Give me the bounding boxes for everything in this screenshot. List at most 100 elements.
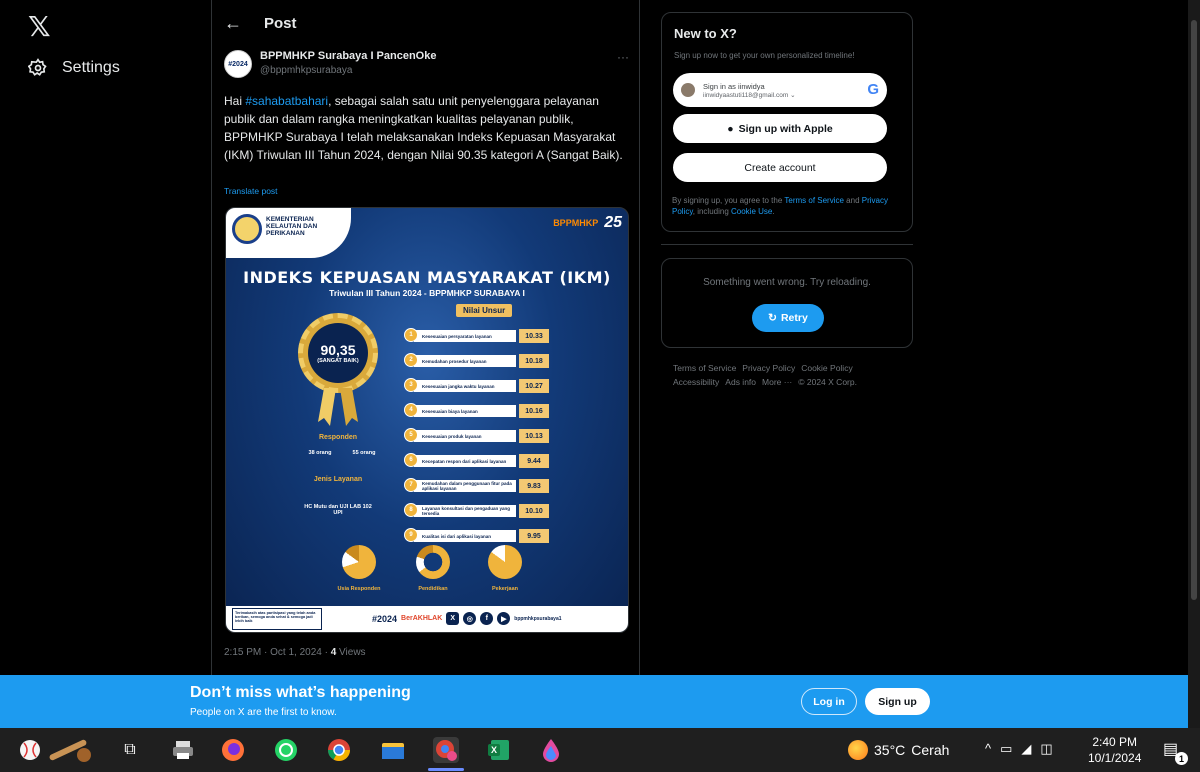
divider xyxy=(661,244,913,245)
footer-link[interactable]: Terms of Service xyxy=(673,363,736,373)
unsur-list: Kesesuaian persyaratan layanan 1 10.33 Kem… xyxy=(404,326,564,551)
printer-icon[interactable] xyxy=(170,737,196,763)
footer-link[interactable]: Cookie Policy xyxy=(801,363,853,373)
ig-bottom-berakhlak: BerAKHLAK xyxy=(401,615,443,622)
excel-icon[interactable]: X xyxy=(486,737,512,763)
banner-subtitle: People on X are the first to know. xyxy=(190,707,337,718)
back-arrow-icon[interactable]: ← xyxy=(224,13,242,34)
unsur-number: 3 xyxy=(404,378,418,392)
nav-settings-label: Settings xyxy=(62,59,120,76)
facebook-icon: f xyxy=(480,612,494,625)
cookie-use-link[interactable]: Cookie Use xyxy=(731,207,772,216)
signup-terms: By signing up, you agree to the Terms of… xyxy=(672,195,904,217)
file-explorer-icon[interactable] xyxy=(380,737,406,763)
unsur-label: Kesesuaian jangka waktu layanan xyxy=(414,380,516,392)
weather-sun-icon xyxy=(848,740,868,760)
ig-jenis-layanan-label: Jenis Layanan xyxy=(313,476,363,483)
signup-banner: Don’t miss what’s happening People on X … xyxy=(0,675,1188,728)
signup-subtitle: Sign up now to get your own personalized… xyxy=(674,51,855,60)
footer-link[interactable]: Privacy Policy xyxy=(742,363,795,373)
more-options-icon[interactable]: ··· xyxy=(617,50,629,64)
unsur-number: 2 xyxy=(404,353,418,367)
taskbar: ⧉ X 35°C Cerah ^ ▭ ◢ ◫ 2:40 PM 10/1/2024… xyxy=(0,728,1200,772)
volume-icon[interactable]: ◫ xyxy=(1040,741,1052,757)
post-text: Hai #sahabatbahari, sebagai salah satu u… xyxy=(224,92,624,164)
signup-card: New to X? Sign up now to get your own pe… xyxy=(661,12,913,232)
translate-post-link[interactable]: Translate post xyxy=(224,186,278,196)
system-clock[interactable]: 2:40 PM 10/1/2024 xyxy=(1088,734,1141,766)
error-card: Something went wrong. Try reloading. ↻ R… xyxy=(661,258,913,348)
weather-widget[interactable]: 35°C Cerah xyxy=(848,740,949,760)
footer-link[interactable]: More ··· xyxy=(762,377,792,387)
scrollbar-thumb[interactable] xyxy=(1191,20,1197,600)
list-item: Kesesuaian produk layanan 5 10.13 xyxy=(404,426,564,448)
chrome-icon[interactable] xyxy=(326,737,352,763)
signup-button[interactable]: Sign up xyxy=(865,688,930,715)
unsur-label: Layanan konsultasi dan pengaduan yang te… xyxy=(414,505,516,517)
unsur-number: 8 xyxy=(404,503,418,517)
unsur-value: 10.16 xyxy=(519,404,549,418)
ig-subtitle: Triwulan III Tahun 2024 - BPPMHKP SURABA… xyxy=(329,288,525,298)
firefox-icon[interactable] xyxy=(220,737,246,763)
footer-copyright: © 2024 X Corp. xyxy=(798,377,857,387)
ribbon-icon xyxy=(318,388,358,426)
list-item: Layanan konsultasi dan pengaduan yang te… xyxy=(404,501,564,523)
post-image[interactable]: KEMENTERIAN KELAUTAN DAN PERIKANAN BPPMH… xyxy=(225,207,629,633)
x-logo-icon[interactable]: 𝕏 xyxy=(28,10,51,43)
post-text-prefix: Hai xyxy=(224,94,246,108)
author-handle[interactable]: @bppmhkpsurabaya xyxy=(260,65,436,76)
refresh-icon: ↻ xyxy=(768,312,777,324)
whatsapp-icon[interactable] xyxy=(273,737,299,763)
post-timestamp[interactable]: 2:15 PM · Oct 1, 2024 · xyxy=(224,647,331,658)
ig-category: (SANGAT BAIK) xyxy=(317,358,359,364)
x-social-icon: X xyxy=(446,612,460,625)
ig-bottom-logos: #2024 BerAKHLAK X ◎ f ▶ bppmhkpsurabaya1 xyxy=(372,612,562,625)
chevron-up-icon[interactable]: ^ xyxy=(985,741,991,757)
pie-label-pendidikan: Pendidikan xyxy=(418,586,448,592)
signup-apple-button[interactable]: ● Sign up with Apple xyxy=(673,114,887,143)
terms-and: and xyxy=(843,196,862,205)
terms-prefix: By signing up, you agree to the xyxy=(672,196,785,205)
chrome-profile-icon[interactable] xyxy=(433,737,459,763)
pie-pekerjaan xyxy=(488,545,522,579)
unsur-value: 10.10 xyxy=(519,504,549,518)
avatar[interactable]: #2024 xyxy=(224,50,252,78)
hashtag-link[interactable]: #sahabatbahari xyxy=(245,94,328,108)
footer-link[interactable]: Accessibility xyxy=(673,377,719,387)
wifi-icon[interactable]: ◢ xyxy=(1021,741,1031,757)
list-item: Kesesuaian persyaratan layanan 1 10.33 xyxy=(404,326,564,348)
retry-button[interactable]: ↻ Retry xyxy=(752,304,824,332)
nav-settings[interactable]: Settings xyxy=(28,58,120,78)
battery-icon[interactable]: ▭ xyxy=(1000,741,1012,757)
ig-title: INDEKS KEPUASAN MASYARAKAT (IKM) xyxy=(243,268,611,287)
author-name[interactable]: BPPMHKP Surabaya I PancenOke xyxy=(260,50,436,62)
terms-end: . xyxy=(772,207,775,216)
footer-link[interactable]: Ads info xyxy=(725,377,756,387)
system-tray: ^ ▭ ◢ ◫ xyxy=(985,741,1053,757)
create-account-button[interactable]: Create account xyxy=(673,153,887,182)
paint-drop-icon[interactable] xyxy=(538,737,564,763)
weather-desc: Cerah xyxy=(911,742,950,758)
pie-pendidikan xyxy=(416,545,450,579)
error-message: Something went wrong. Try reloading. xyxy=(703,277,871,288)
signup-apple-label: Sign up with Apple xyxy=(738,122,833,135)
unsur-label: Kesesuaian persyaratan layanan xyxy=(414,330,516,342)
unsur-value: 10.27 xyxy=(519,379,549,393)
page-title: Post xyxy=(264,14,297,32)
apple-icon: ● xyxy=(727,122,734,135)
retry-label: Retry xyxy=(780,312,808,324)
google-account-avatar xyxy=(681,83,695,97)
task-view-icon[interactable]: ⧉ xyxy=(117,737,143,763)
scrollbar[interactable] xyxy=(1188,0,1200,728)
banner-title: Don’t miss what’s happening xyxy=(190,684,411,701)
unsur-number: 9 xyxy=(404,528,418,542)
baseball-widget-icon[interactable] xyxy=(14,737,94,763)
login-button[interactable]: Log in xyxy=(801,688,857,715)
left-nav: 𝕏 Settings xyxy=(0,0,211,675)
terms-of-service-link[interactable]: Terms of Service xyxy=(784,196,844,205)
kkp-logo-icon xyxy=(232,214,262,244)
google-signin-button[interactable]: Sign in as iinwidya iinwidyaastuti118@gm… xyxy=(673,73,887,107)
ig-quote: Terimakasih atas partisipasi yang telah … xyxy=(232,608,322,630)
unsur-label: Kualitas isi dari aplikasi layanan xyxy=(414,530,516,542)
unsur-value: 10.18 xyxy=(519,354,549,368)
